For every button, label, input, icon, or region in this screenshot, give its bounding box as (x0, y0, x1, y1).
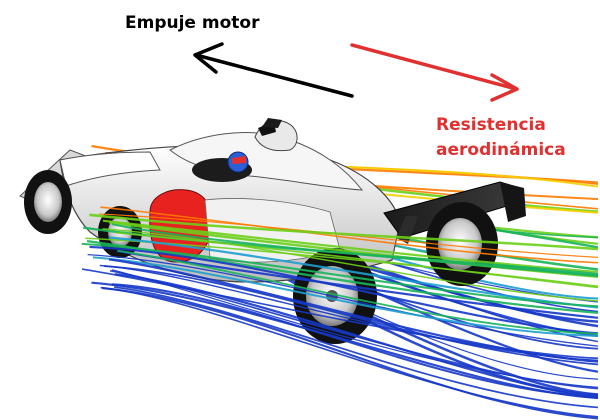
thrust-arrow (193, 42, 354, 98)
thrust-label: Empuje motor (125, 13, 260, 33)
drag-label-line1: Resistencia (436, 115, 546, 135)
front-left-tyre (24, 170, 72, 234)
f1-aero-diagram (19, 42, 599, 420)
drag-arrow (350, 43, 519, 102)
drag-label: Resistencia aerodinámica (436, 113, 586, 163)
drag-label-line2: aerodinámica (436, 140, 566, 160)
